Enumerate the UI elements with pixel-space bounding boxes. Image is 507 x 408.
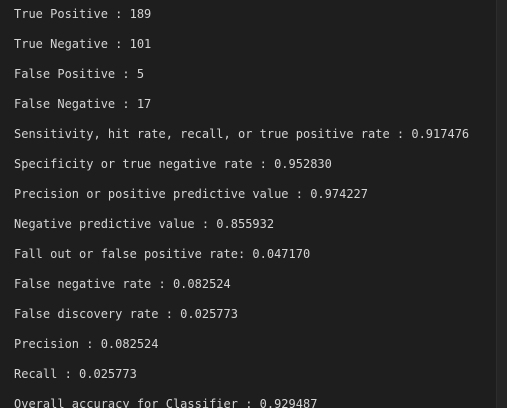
output-line-precision: Precision : 0.082524 bbox=[14, 337, 159, 351]
output-line-true-negative: True Negative : 101 bbox=[14, 37, 152, 51]
output-line-fall-out: Fall out or false positive rate: 0.04717… bbox=[14, 247, 311, 261]
output-line-sensitivity: Sensitivity, hit rate, recall, or true p… bbox=[14, 127, 470, 141]
output-line-false-negative-rate: False negative rate : 0.082524 bbox=[14, 277, 231, 291]
output-line-false-positive: False Positive : 5 bbox=[14, 67, 145, 81]
output-line-overall-accuracy: Overall accuracy for Classifier : 0.9294… bbox=[14, 397, 318, 408]
output-text-area[interactable]: True Positive : 189 True Negative : 101 … bbox=[14, 4, 495, 408]
output-line-npv: Negative predictive value : 0.855932 bbox=[14, 217, 275, 231]
output-line-recall: Recall : 0.025773 bbox=[14, 367, 137, 381]
output-line-precision-ppv: Precision or positive predictive value :… bbox=[14, 187, 369, 201]
output-line-false-discovery-rate: False discovery rate : 0.025773 bbox=[14, 307, 238, 321]
vertical-scrollbar[interactable] bbox=[496, 0, 507, 408]
output-line-false-negative: False Negative : 17 bbox=[14, 97, 152, 111]
output-line-specificity: Specificity or true negative rate : 0.95… bbox=[14, 157, 332, 171]
output-line-true-positive: True Positive : 189 bbox=[14, 7, 152, 21]
terminal-output-panel[interactable]: True Positive : 189 True Negative : 101 … bbox=[0, 0, 507, 408]
